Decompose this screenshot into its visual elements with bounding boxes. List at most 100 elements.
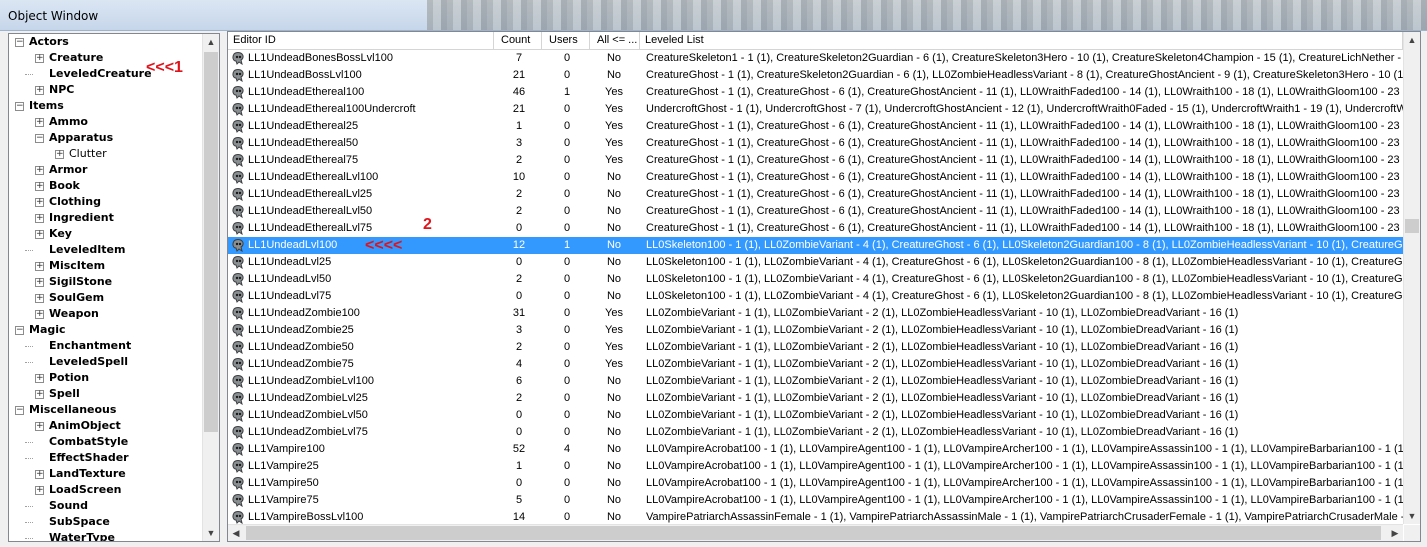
tree-item[interactable]: + SoulGem (9, 290, 202, 306)
scroll-right-icon[interactable]: ▶ (1387, 525, 1403, 541)
scroll-down-icon[interactable]: ▼ (203, 525, 219, 541)
tree-item[interactable]: − Apparatus (9, 130, 202, 146)
tree-scroll-thumb[interactable] (204, 52, 218, 432)
column-header-users[interactable]: Users (544, 32, 590, 49)
table-horizontal-scrollbar[interactable]: ◀ ▶ (228, 524, 1403, 541)
scroll-up-icon[interactable]: ▲ (203, 34, 219, 50)
table-row[interactable]: LL1Vampire75 5 0 No LL0VampireAcrobat100 - 1… (228, 492, 1403, 509)
collapse-icon[interactable]: − (15, 326, 24, 335)
expand-icon[interactable]: + (35, 310, 44, 319)
tree-item[interactable]: − Actors (9, 34, 202, 50)
tree-item[interactable]: LeveledSpell (9, 354, 202, 370)
table-row[interactable]: LL1UndeadEthereal75 2 0 Yes CreatureGhost - … (228, 152, 1403, 169)
expand-icon[interactable]: + (35, 294, 44, 303)
table-row[interactable]: LL1UndeadEtherealLvl50 2 0 No CreatureGhost … (228, 203, 1403, 220)
tree-item[interactable]: + SigilStone (9, 274, 202, 290)
tree-scrollbar[interactable]: ▲ ▼ (202, 34, 219, 541)
scroll-up-icon[interactable]: ▲ (1404, 32, 1420, 48)
tree-item[interactable]: + LandTexture (9, 466, 202, 482)
tree-item[interactable]: + Book (9, 178, 202, 194)
tree-item[interactable]: Sound (9, 498, 202, 514)
expand-icon[interactable]: + (35, 86, 44, 95)
table-row[interactable]: LL1UndeadLvl25 0 0 No LL0Skeleton100 - 1 (1)… (228, 254, 1403, 271)
expand-icon[interactable]: + (35, 278, 44, 287)
tree-item[interactable]: + Ammo (9, 114, 202, 130)
expand-icon[interactable]: + (35, 166, 44, 175)
tree-item[interactable]: + Key (9, 226, 202, 242)
expand-icon[interactable]: + (35, 486, 44, 495)
table-row[interactable]: LL1UndeadZombie25 3 0 Yes LL0ZombieVariant -… (228, 322, 1403, 339)
table-row[interactable]: LL1Vampire100 52 4 No LL0VampireAcrobat100 -… (228, 441, 1403, 458)
scroll-down-icon[interactable]: ▼ (1404, 508, 1420, 524)
table-row[interactable]: LL1UndeadZombieLvl50 0 0 No LL0ZombieVariant… (228, 407, 1403, 424)
tree-item[interactable]: LeveledItem (9, 242, 202, 258)
table-row[interactable]: LL1UndeadEthereal100Undercroft 21 0 Yes Unde… (228, 101, 1403, 118)
table-row[interactable]: LL1UndeadZombie75 4 0 Yes LL0ZombieVariant -… (228, 356, 1403, 373)
collapse-icon[interactable]: − (15, 406, 24, 415)
tree-item[interactable]: − Magic (9, 322, 202, 338)
tree-item[interactable]: + Ingredient (9, 210, 202, 226)
column-header-all[interactable]: All <= ... (592, 32, 640, 49)
table-row[interactable]: LL1UndeadEthereal25 1 0 Yes CreatureGhost - … (228, 118, 1403, 135)
expand-icon[interactable]: + (35, 390, 44, 399)
expand-icon[interactable]: + (55, 150, 64, 159)
tree-item[interactable]: + Clothing (9, 194, 202, 210)
tree-item[interactable]: − Items (9, 98, 202, 114)
table-row[interactable]: LL1UndeadEtherealLvl100 10 0 No CreatureGhos… (228, 169, 1403, 186)
expand-icon[interactable]: + (35, 54, 44, 63)
tree-item[interactable]: Enchantment (9, 338, 202, 354)
expand-icon[interactable]: + (35, 470, 44, 479)
table-row[interactable]: LL1UndeadLvl50 2 0 No LL0Skeleton100 - 1 (1)… (228, 271, 1403, 288)
table-vscroll-thumb[interactable] (1405, 219, 1419, 233)
tree-item[interactable]: CombatStyle (9, 434, 202, 450)
expand-icon[interactable]: + (35, 214, 44, 223)
tree-item[interactable]: + MiscItem (9, 258, 202, 274)
table-row[interactable]: LL1UndeadZombieLvl100 6 0 No LL0ZombieVarian… (228, 373, 1403, 390)
table-vertical-scrollbar[interactable]: ▲ ▼ (1403, 32, 1420, 524)
tree-item[interactable]: + AnimObject (9, 418, 202, 434)
tree-item[interactable]: − Miscellaneous (9, 402, 202, 418)
tree-item[interactable]: + Spell (9, 386, 202, 402)
table-row[interactable]: LL1UndeadLvl100 12 1 No LL0Skeleton100 - 1 (… (228, 237, 1403, 254)
expand-icon[interactable]: + (35, 118, 44, 127)
scroll-left-icon[interactable]: ◀ (228, 525, 244, 541)
object-list-table[interactable]: Editor ID Count Users All <= ... Leveled… (227, 31, 1421, 542)
tree-item[interactable]: + Armor (9, 162, 202, 178)
tree-item[interactable]: + Weapon (9, 306, 202, 322)
column-header-editor-id[interactable]: Editor ID (228, 32, 494, 49)
expand-icon[interactable]: + (35, 230, 44, 239)
expand-icon[interactable]: + (35, 198, 44, 207)
column-header-leveled-list[interactable]: Leveled List (640, 32, 1403, 49)
table-row[interactable]: LL1VampireBossLvl100 14 0 No VampirePatriarc… (228, 509, 1403, 525)
table-row[interactable]: LL1UndeadEthereal100 46 1 Yes CreatureGhost … (228, 84, 1403, 101)
tree-item[interactable]: + LoadScreen (9, 482, 202, 498)
table-row[interactable]: LL1UndeadZombie50 2 0 Yes LL0ZombieVariant -… (228, 339, 1403, 356)
expand-icon[interactable]: + (35, 262, 44, 271)
collapse-icon[interactable]: − (15, 102, 24, 111)
tree-item[interactable]: EffectShader (9, 450, 202, 466)
collapse-icon[interactable]: − (35, 134, 44, 143)
table-row[interactable]: LL1UndeadBonesBossLvl100 7 0 No CreatureSkel… (228, 50, 1403, 67)
tree-item[interactable]: + Clutter (9, 146, 202, 162)
collapse-icon[interactable]: − (15, 38, 24, 47)
tree-item[interactable]: WaterType (9, 530, 202, 541)
table-row[interactable]: LL1UndeadZombieLvl75 0 0 No LL0ZombieVariant… (228, 424, 1403, 441)
tree-item[interactable]: + Potion (9, 370, 202, 386)
table-row[interactable]: LL1UndeadEthereal50 3 0 Yes CreatureGhost - … (228, 135, 1403, 152)
table-hscroll-thumb[interactable] (246, 526, 1381, 540)
table-row[interactable]: LL1UndeadEtherealLvl25 2 0 No CreatureGhost … (228, 186, 1403, 203)
table-row[interactable]: LL1UndeadLvl75 0 0 No LL0Skeleton100 - 1 (1)… (228, 288, 1403, 305)
table-row[interactable]: LL1UndeadEtherealLvl75 0 0 No CreatureGhost … (228, 220, 1403, 237)
expand-icon[interactable]: + (35, 422, 44, 431)
expand-icon[interactable]: + (35, 182, 44, 191)
tree-item[interactable]: SubSpace (9, 514, 202, 530)
column-header-count[interactable]: Count (496, 32, 542, 49)
category-tree[interactable]: − Actors + Creature LeveledCreature + NPC − Item… (8, 33, 220, 542)
table-row[interactable]: LL1Vampire25 1 0 No LL0VampireAcrobat100 - 1… (228, 458, 1403, 475)
table-row[interactable]: LL1UndeadZombie100 31 0 Yes LL0ZombieVariant… (228, 305, 1403, 322)
table-row[interactable]: LL1Vampire50 0 0 No LL0VampireAcrobat100 - 1… (228, 475, 1403, 492)
expand-icon[interactable]: + (35, 374, 44, 383)
table-row[interactable]: LL1UndeadBossLvl100 21 0 No CreatureGhost - … (228, 67, 1403, 84)
table-row[interactable]: LL1UndeadZombieLvl25 2 0 No LL0ZombieVariant… (228, 390, 1403, 407)
tree-item[interactable]: + NPC (9, 82, 202, 98)
